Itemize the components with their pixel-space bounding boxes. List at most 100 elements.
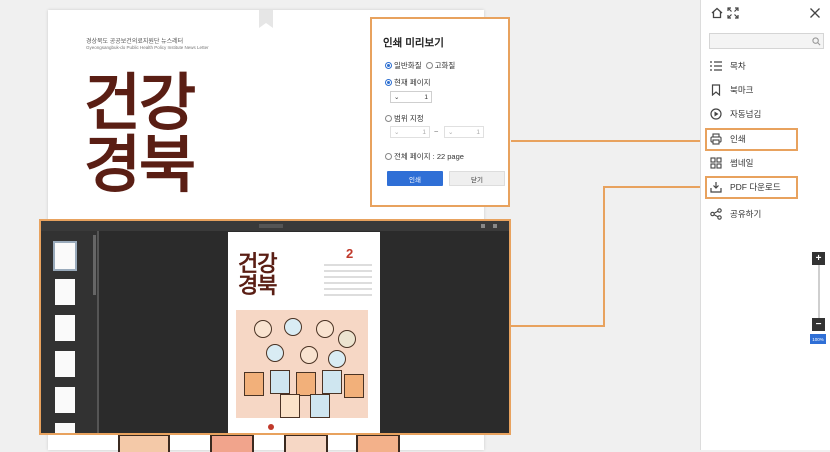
illustration-portrait (270, 370, 290, 394)
current-page-stepper[interactable]: ⌄ 1 (390, 91, 432, 103)
chevron-down-icon[interactable]: ⌄ (394, 128, 399, 136)
illustration-portrait (310, 394, 330, 418)
cover-title-line1: 건강 (84, 66, 196, 139)
play-circle-icon (709, 107, 723, 121)
cover-title-line2: 경북 (84, 128, 196, 201)
all-pages-label[interactable]: 전체 페이지 : 22 page (394, 151, 464, 162)
illustration-face (316, 320, 334, 338)
newsletter-korean-title: 경상북도 공공보건의료지원단 뉴스레터 (86, 39, 184, 45)
fullscreen-icon[interactable] (726, 6, 740, 20)
viewer-divider (97, 231, 99, 433)
range-label[interactable]: 범위 지정 (394, 113, 424, 124)
share-icon (709, 207, 723, 221)
thumbnail-page[interactable] (55, 423, 75, 433)
menu-item-label: 썸네일 (730, 158, 754, 168)
home-icon[interactable] (710, 6, 724, 20)
illustration-portrait (344, 374, 364, 398)
menu-item-label: 자동넘김 (730, 109, 762, 119)
illustration-face (254, 320, 272, 338)
print-highlight-box (705, 128, 798, 151)
pdf-download-highlight-box (705, 176, 798, 199)
illustration-person (210, 434, 254, 452)
menu-item-toc[interactable]: 목차 (709, 56, 819, 76)
range-to-stepper[interactable]: ⌄ 1 (444, 126, 484, 138)
viewer-toolbar (41, 221, 509, 231)
thumbnail-page[interactable] (55, 351, 75, 377)
illustration-face (266, 344, 284, 362)
illustration-portrait (244, 372, 264, 396)
search-icon[interactable] (811, 36, 821, 46)
illustration-person (284, 434, 328, 452)
chevron-down-icon[interactable]: ⌄ (394, 93, 399, 101)
viewer-page-controls[interactable] (259, 224, 283, 228)
zoom-in-button[interactable]: + (812, 252, 825, 265)
print-button[interactable]: 인쇄 (387, 171, 443, 186)
quality-normal-label[interactable]: 일반화질 (394, 60, 422, 71)
illustration-face (328, 350, 346, 368)
range-to-value: 1 (476, 128, 480, 136)
newsletter-english-title: Gyeongsangbuk-do Public Health Policy In… (86, 45, 209, 50)
callout-line-download (603, 186, 705, 188)
side-panel: 목차 북마크 자동넘김 인쇄 썸네일 PDF 다운로드 공유하기 (700, 0, 830, 450)
thumbnail-scrollbar[interactable] (93, 235, 96, 295)
all-pages-radio[interactable] (385, 153, 392, 160)
list-icon (709, 59, 723, 73)
range-from-stepper[interactable]: ⌄ 1 (390, 126, 430, 138)
quality-normal-radio[interactable] (385, 62, 392, 69)
range-option: 범위 지정 (385, 113, 424, 124)
thumbnail-page[interactable] (53, 241, 77, 271)
quality-high-radio[interactable] (425, 62, 433, 69)
menu-item-autoflip[interactable]: 자동넘김 (709, 104, 819, 124)
bookmark-icon (709, 83, 723, 97)
cover-table-of-contents (324, 264, 372, 300)
current-page-radio[interactable] (385, 79, 392, 86)
menu-item-bookmark[interactable]: 북마크 (709, 80, 819, 100)
menu-item-share[interactable]: 공유하기 (709, 204, 819, 224)
thumbnail-page[interactable] (55, 387, 75, 413)
viewer-toolbar-icon[interactable] (481, 224, 485, 228)
cover-illustration (236, 310, 368, 418)
illustration-portrait (322, 370, 342, 394)
menu-item-label: 공유하기 (730, 209, 762, 219)
all-pages-option: 전체 페이지 : 22 page (385, 151, 464, 162)
zoom-level-indicator: 100% (810, 334, 826, 344)
callout-line-download (511, 325, 605, 327)
search-input[interactable] (709, 33, 824, 49)
quality-option-row: 일반화질 고화질 (385, 60, 455, 71)
print-preview-dialog: 인쇄 미리보기 일반화질 고화질 현재 페이지 ⌄ 1 범위 지정 ⌄ 1 ~ … (370, 17, 510, 207)
page-bookmark-ribbon[interactable] (259, 10, 273, 28)
menu-item-thumbnails[interactable]: 썸네일 (709, 153, 819, 173)
range-radio[interactable] (385, 115, 392, 122)
close-button[interactable]: 닫기 (449, 171, 505, 186)
current-page-option: 현재 페이지 (385, 77, 431, 88)
illustration-face (284, 318, 302, 336)
cover-title: 건강 경북 (84, 66, 196, 201)
pdf-viewer-preview: 건강 경북 2 (39, 219, 511, 435)
illustration-person (356, 434, 400, 452)
current-page-label[interactable]: 현재 페이지 (394, 77, 431, 88)
menu-item-label: 북마크 (730, 85, 754, 95)
quality-high-label[interactable]: 고화질 (435, 60, 456, 71)
thumbnail-page[interactable] (55, 315, 75, 341)
current-page-value: 1 (424, 93, 428, 101)
viewer-toolbar-icon[interactable] (493, 224, 497, 228)
callout-line-download (603, 186, 605, 327)
viewer-cover-title-line2: 경북 (238, 274, 277, 299)
thumbnail-page[interactable] (55, 279, 75, 305)
illustration-face (300, 346, 318, 364)
close-icon[interactable] (808, 6, 822, 20)
thumbnail-sidebar (41, 231, 97, 433)
illustration-portrait (280, 394, 300, 418)
illustration-face (338, 330, 356, 348)
issue-number: 2 (346, 246, 354, 261)
zoom-slider-track[interactable] (818, 262, 820, 320)
menu-item-label: 목차 (730, 61, 746, 71)
range-from-value: 1 (422, 128, 426, 136)
range-separator: ~ (434, 127, 439, 136)
viewer-cover-title-line1: 건강 (238, 252, 277, 277)
zoom-out-button[interactable]: − (812, 318, 825, 331)
chevron-down-icon[interactable]: ⌄ (448, 128, 453, 136)
viewer-cover-page: 건강 경북 2 (228, 232, 380, 433)
publisher-logo-icon (268, 424, 274, 430)
dialog-title: 인쇄 미리보기 (383, 37, 444, 49)
